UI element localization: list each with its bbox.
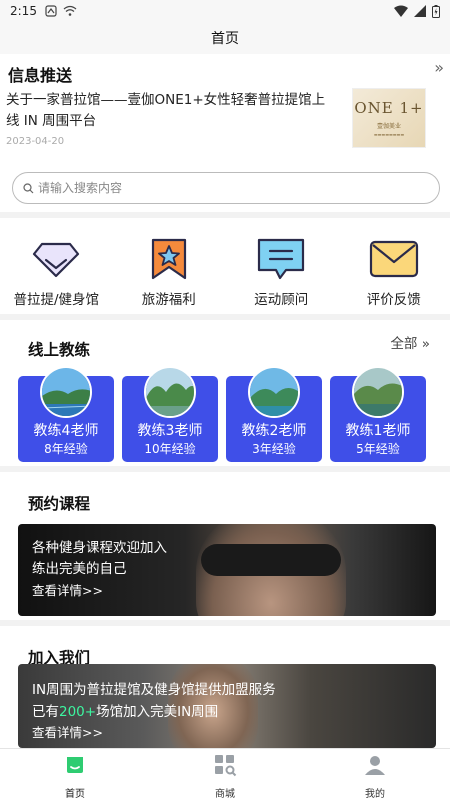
course-heading: 预约课程 <box>28 495 91 513</box>
coach-avatar <box>248 366 300 418</box>
tab-profile[interactable]: 我的 <box>300 749 450 800</box>
thumbnail-subtitle: 壹伽美业 <box>376 123 401 130</box>
search-bar[interactable] <box>12 172 440 204</box>
join-venue-count: 200+ <box>59 704 97 720</box>
course-banner-line1: 各种健身课程欢迎加入 <box>32 540 167 556</box>
status-left-icons <box>45 5 77 17</box>
bottom-tab-bar: 首页 商城 我的 <box>0 748 450 800</box>
category-item-travel[interactable]: 旅游福利 <box>113 218 226 314</box>
category-label: 运动顾问 <box>254 292 309 308</box>
coaches-view-all-link[interactable]: 全部 » <box>390 332 430 352</box>
category-item-advisor[interactable]: 运动顾问 <box>225 218 338 314</box>
coach-avatar <box>40 366 92 418</box>
join-line2-suffix: 场馆加入完美IN周围 <box>96 704 219 720</box>
join-banner-line2: 已有200+场馆加入完美IN周围 <box>32 700 218 720</box>
status-right-icons <box>394 4 440 18</box>
coach-card[interactable]: 教练2老师 3年经验 <box>226 366 322 462</box>
coach-experience: 3年经验 <box>252 442 296 456</box>
banner-photo-detail <box>201 544 341 576</box>
battery-icon <box>432 4 440 18</box>
news-more-button[interactable]: » <box>434 58 444 77</box>
wifi-icon <box>394 5 408 17</box>
tab-label: 首页 <box>65 789 85 800</box>
join-banner[interactable]: IN周围为普拉提馆及健身馆提供加盟服务 已有200+场馆加入完美IN周围 查看详… <box>18 664 436 748</box>
search-section <box>0 162 450 212</box>
news-article-title[interactable]: 关于一家普拉馆——壹伽ONE1+女性轻奢普拉提馆上线 IN 周围平台 <box>6 90 336 132</box>
category-label: 评价反馈 <box>366 292 421 308</box>
tab-home[interactable]: 首页 <box>0 749 150 800</box>
thumbnail-logo: ONE 1+ <box>354 99 424 117</box>
tab-label: 商城 <box>215 789 235 800</box>
category-item-feedback[interactable]: 评价反馈 <box>338 218 450 314</box>
top-title-bar: 首页 <box>0 22 450 54</box>
coach-experience: 5年经验 <box>356 442 400 456</box>
join-line2-prefix: 已有 <box>32 704 59 720</box>
coach-card[interactable]: 教练4老师 8年经验 <box>18 366 114 462</box>
coach-name: 教练4老师 <box>33 423 99 439</box>
news-article-thumbnail[interactable]: ONE 1+ 壹伽美业 ▬▬▬▬▬▬▬▬ <box>352 88 426 148</box>
wifi-status-icon <box>63 5 77 16</box>
status-bar: 2:15 <box>0 0 450 22</box>
coach-avatar <box>144 366 196 418</box>
category-label: 普拉提/健身馆 <box>13 292 100 308</box>
status-time: 2:15 <box>10 4 37 18</box>
coaches-heading: 线上教练 <box>28 341 91 359</box>
coach-card[interactable]: 教练3老师 10年经验 <box>122 366 218 462</box>
news-heading: 信息推送 <box>8 66 73 85</box>
coach-experience: 10年经验 <box>144 442 196 456</box>
home-icon <box>62 753 88 777</box>
news-section: 信息推送 » 关于一家普拉馆——壹伽ONE1+女性轻奢普拉提馆上线 IN 周围平… <box>0 54 450 162</box>
course-banner-line2: 练出完美的自己 <box>32 561 127 577</box>
coach-name: 教练1老师 <box>345 423 411 439</box>
search-icon <box>23 182 34 193</box>
star-bookmark-icon <box>144 236 194 282</box>
coach-experience: 8年经验 <box>44 442 88 456</box>
envelope-icon <box>369 236 419 282</box>
course-section: 预约课程 各种健身课程欢迎加入 练出完美的自己 查看详情>> <box>0 472 450 620</box>
course-details-link[interactable]: 查看详情>> <box>32 580 103 599</box>
join-details-link[interactable]: 查看详情>> <box>32 722 103 741</box>
diamond-icon <box>31 236 81 282</box>
join-section: 加入我们 IN周围为普拉提馆及健身馆提供加盟服务 已有200+场馆加入完美IN周… <box>0 626 450 748</box>
coach-avatar <box>352 366 404 418</box>
course-banner[interactable]: 各种健身课程欢迎加入 练出完美的自己 查看详情>> <box>18 524 436 616</box>
coach-name: 教练3老师 <box>137 423 203 439</box>
user-icon <box>362 753 388 777</box>
coach-name: 教练2老师 <box>241 423 307 439</box>
coach-card[interactable]: 教练1老师 5年经验 <box>330 366 426 462</box>
tab-mall[interactable]: 商城 <box>150 749 300 800</box>
news-article-date: 2023-04-20 <box>6 136 65 147</box>
category-label: 旅游福利 <box>141 292 196 308</box>
notification-icon <box>45 5 57 17</box>
signal-icon <box>414 5 426 17</box>
search-input[interactable] <box>38 181 418 195</box>
chat-bubble-icon <box>256 236 306 282</box>
page-title: 首页 <box>211 31 239 47</box>
grid-search-icon <box>212 753 238 777</box>
category-item-gym[interactable]: 普拉提/健身馆 <box>0 218 113 314</box>
category-grid: 普拉提/健身馆 旅游福利 运动顾问 评价反馈 <box>0 218 450 314</box>
tab-label: 我的 <box>365 789 385 800</box>
coaches-section: 线上教练 全部 » 教练4老师 8年经验 教练3老师 10年经验 教练2老师 3… <box>0 320 450 466</box>
thumbnail-fine-print: ▬▬▬▬▬▬▬▬ <box>373 132 405 137</box>
join-banner-line1: IN周围为普拉提馆及健身馆提供加盟服务 <box>32 682 276 698</box>
